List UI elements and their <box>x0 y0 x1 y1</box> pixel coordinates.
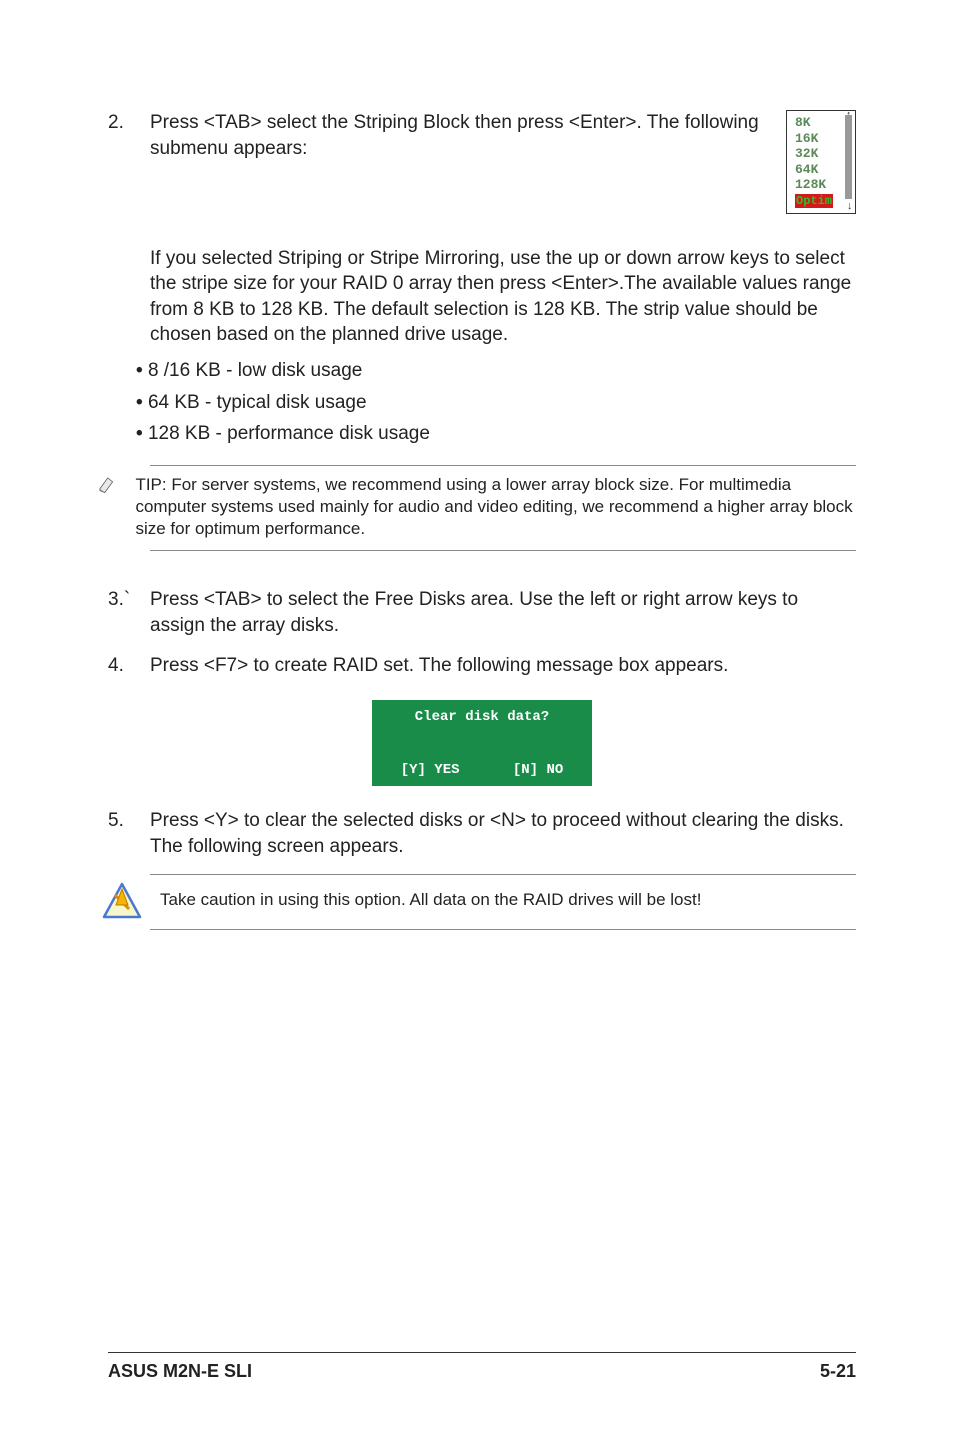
submenu-item: 32K <box>795 146 849 162</box>
note-icon <box>98 474 119 540</box>
stripe-size-list: 8 /16 KB - low disk usage 64 KB - typica… <box>136 358 856 447</box>
page-footer: ASUS M2N-E SLI 5-21 <box>108 1352 856 1383</box>
step-5: 5. Press <Y> to clear the selected disks… <box>108 808 856 859</box>
submenu-item: 128K <box>795 177 849 193</box>
warning-callout: Take caution in using this option. All d… <box>150 874 856 930</box>
submenu-item: 8K <box>795 115 849 131</box>
clear-disk-dialog: Clear disk data? [Y] YES [N] NO <box>372 700 592 786</box>
scrollbar-track <box>845 115 852 199</box>
warning-text: Take caution in using this option. All d… <box>160 889 701 912</box>
tip-callout: TIP: For server systems, we recommend us… <box>150 465 856 551</box>
submenu-selected: Optim <box>795 194 833 208</box>
dialog-no-option: [N] NO <box>513 761 563 780</box>
step-number: 3.` <box>108 587 150 638</box>
step-4-text: Press <F7> to create RAID set. The follo… <box>150 653 856 679</box>
step-4: 4. Press <F7> to create RAID set. The fo… <box>108 653 856 679</box>
list-item: 128 KB - performance disk usage <box>136 421 856 447</box>
submenu-item: 64K <box>795 162 849 178</box>
striping-block-submenu: ↑ 8K 16K 32K 64K 128K Optim ↓ <box>786 110 856 214</box>
step-3: 3.` Press <TAB> to select the Free Disks… <box>108 587 856 638</box>
list-item: 64 KB - typical disk usage <box>136 390 856 416</box>
footer-product: ASUS M2N-E SLI <box>108 1359 252 1383</box>
submenu-item: 16K <box>795 131 849 147</box>
warning-icon <box>98 881 146 921</box>
step-5-text: Press <Y> to clear the selected disks or… <box>150 808 856 859</box>
explanation-paragraph: If you selected Striping or Stripe Mirro… <box>150 246 856 349</box>
dialog-title: Clear disk data? <box>374 702 590 756</box>
step-2: 2. Press <TAB> select the Striping Block… <box>108 110 856 214</box>
step-2-text: Press <TAB> select the Striping Block th… <box>150 110 766 161</box>
footer-page-number: 5-21 <box>820 1359 856 1383</box>
dialog-yes-option: [Y] YES <box>401 761 460 780</box>
step-3-text: Press <TAB> to select the Free Disks are… <box>150 587 856 638</box>
scroll-down-arrow-icon: ↓ <box>846 201 853 214</box>
step-number: 5. <box>108 808 150 859</box>
step-number: 4. <box>108 653 150 679</box>
tip-text: TIP: For server systems, we recommend us… <box>135 474 856 540</box>
list-item: 8 /16 KB - low disk usage <box>136 358 856 384</box>
step-number: 2. <box>108 110 150 214</box>
